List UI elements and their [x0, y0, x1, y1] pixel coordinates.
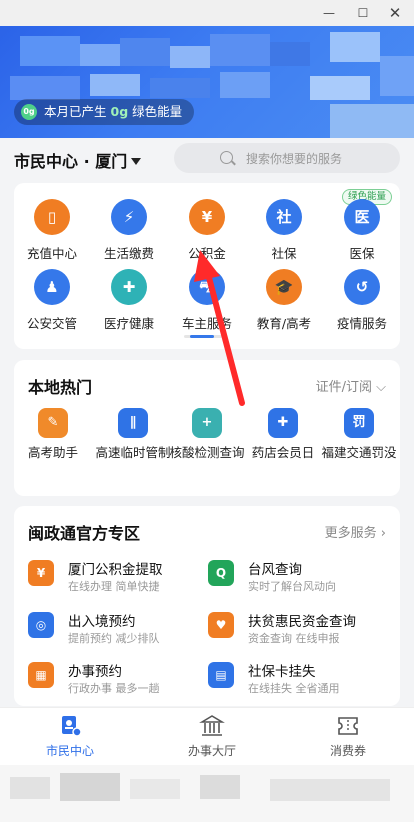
annotation-arrow — [194, 250, 245, 406]
